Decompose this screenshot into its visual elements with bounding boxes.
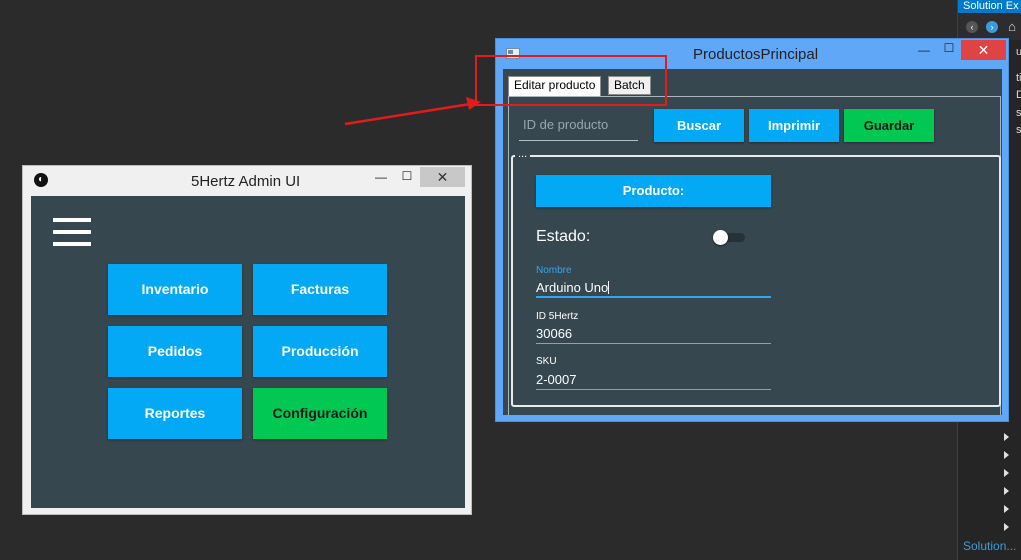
admin-window: ◐ 5Hertz Admin UI — ☐ ✕ Inventario Factu… [22,165,472,515]
maximize-icon[interactable]: ☐ [939,41,959,55]
tree-fragment: ti [1016,72,1021,84]
minimize-icon[interactable]: — [371,170,391,184]
expand-arrow-icon[interactable] [1004,469,1009,477]
tab-border [508,96,509,415]
solution-explorer-toolbar: ‹ › ⌂ [958,14,1021,40]
groupbox-header: ... [515,148,531,160]
app-icon: ◐ [34,173,48,187]
productos-window-content: Editar producto Batch Buscar Imprimir Gu… [503,69,1002,415]
admin-window-title: 5Hertz Admin UI [191,173,301,190]
product-id-input[interactable] [519,109,638,141]
expand-arrow-icon[interactable] [1004,433,1009,441]
maximize-icon[interactable]: ☐ [397,169,417,183]
back-icon[interactable]: ‹ [966,21,978,33]
close-icon[interactable]: ✕ [961,40,1006,60]
tree-fragment: De [1016,89,1021,101]
produccion-button[interactable]: Producción [253,326,387,377]
tree-fragment: u [1016,46,1021,58]
expand-arrow-icon[interactable] [1004,505,1009,513]
tree-fragment: s [1016,107,1021,119]
productos-window-title: ProductosPrincipal [693,46,819,63]
tab-editar-producto[interactable]: Editar producto [508,76,602,96]
pedidos-button[interactable]: Pedidos [108,326,242,377]
tree-fragment: s [1016,124,1021,136]
id5hertz-value: 30066 [536,326,573,341]
sku-field[interactable]: 2-0007 [536,370,771,390]
nombre-value: Arduino Uno [536,280,609,295]
reportes-button[interactable]: Reportes [108,388,242,439]
buscar-button[interactable]: Buscar [654,109,744,142]
nombre-label: Nombre [536,265,572,276]
configuracion-button[interactable]: Configuración [253,388,387,439]
estado-label: Estado: [536,228,591,245]
expand-arrow-icon[interactable] [1004,451,1009,459]
close-icon[interactable]: ✕ [420,167,465,187]
sku-value: 2-0007 [536,372,577,387]
facturas-button[interactable]: Facturas [253,264,387,315]
text-caret [608,281,610,294]
forward-icon[interactable]: › [986,21,998,33]
admin-window-content: Inventario Facturas Pedidos Producción R… [31,196,465,508]
producto-button[interactable]: Producto: [536,175,771,207]
expand-arrow-icon[interactable] [1004,523,1009,531]
tab-batch[interactable]: Batch [608,76,651,95]
expand-arrow-icon[interactable] [1004,487,1009,495]
guardar-button[interactable]: Guardar [844,109,934,142]
solution-explorer-title[interactable]: Solution Ex [958,0,1021,13]
inventario-button[interactable]: Inventario [108,264,242,315]
minimize-icon[interactable]: — [914,43,934,57]
window-icon [506,48,520,59]
id5hertz-field[interactable]: 30066 [536,324,771,344]
productos-window: ProductosPrincipal — ☐ ✕ Editar producto… [495,38,1009,422]
estado-toggle[interactable] [713,230,745,245]
tab-border [508,96,1001,97]
nombre-field[interactable]: Arduino Uno [536,278,771,298]
home-icon[interactable]: ⌂ [1006,20,1018,33]
toggle-knob [713,230,728,245]
id5hertz-label: ID 5Hertz [536,311,579,322]
imprimir-button[interactable]: Imprimir [749,109,839,142]
sku-label: SKU [536,356,557,367]
solution-explorer-tab[interactable]: Solution... [958,536,1021,560]
hamburger-menu-icon[interactable] [53,218,91,246]
